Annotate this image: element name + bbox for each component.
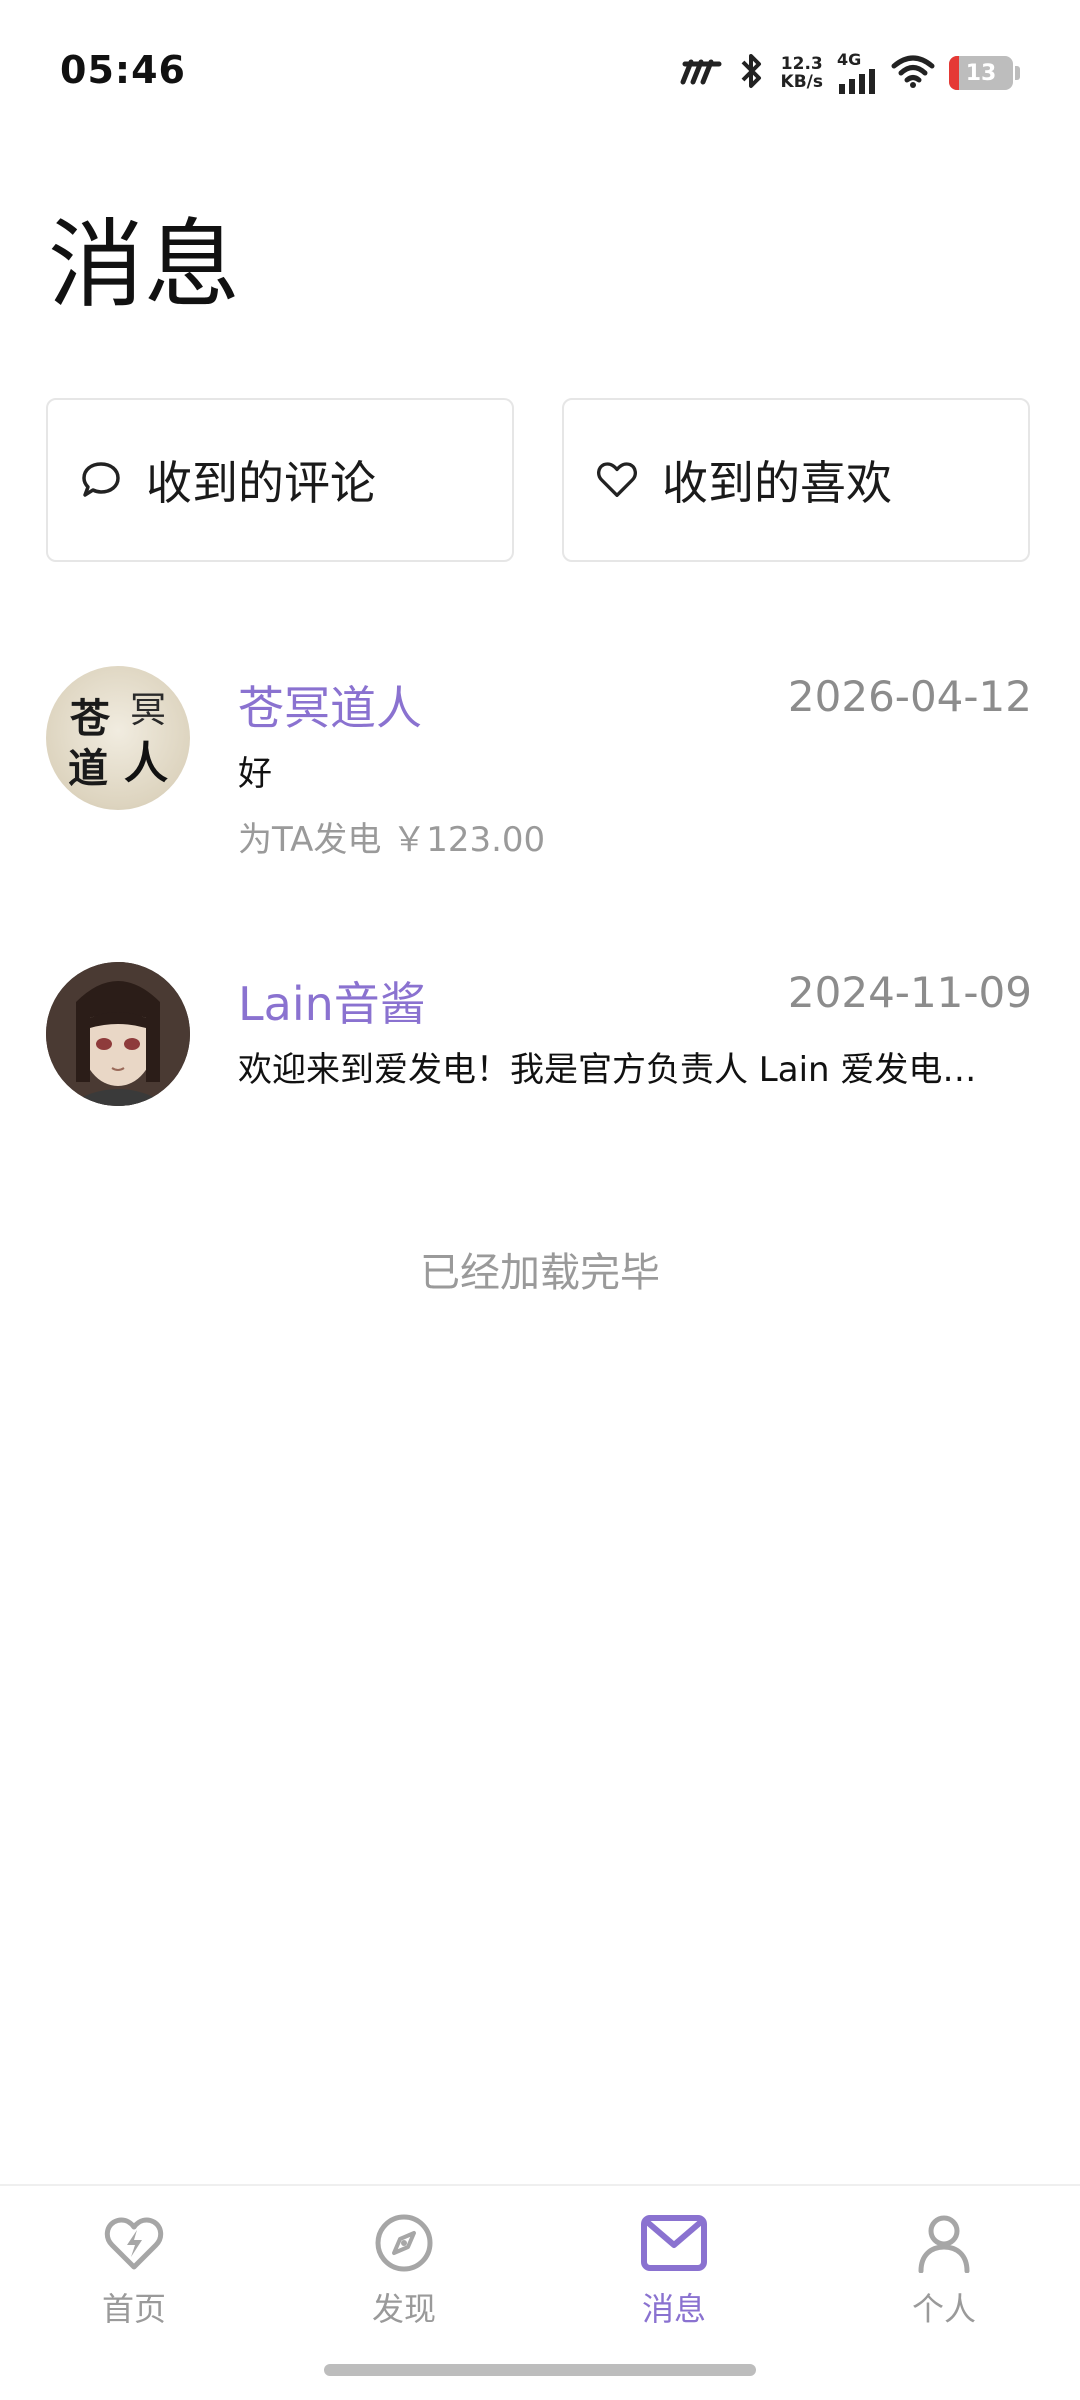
- heart-bolt-icon: [101, 2210, 167, 2276]
- network-type: 4G: [837, 50, 862, 69]
- avatar-char: 道: [68, 745, 108, 792]
- nav-label: 个人: [911, 2290, 976, 2328]
- avatar-char: 人: [124, 738, 168, 789]
- status-icons: 12.3 KB/s 4G 13: [679, 50, 1020, 96]
- received-comments-label: 收到的评论: [146, 456, 376, 510]
- nav-item-home[interactable]: 首页: [34, 2210, 234, 2330]
- compass-icon: [371, 2210, 437, 2276]
- page-title: 消息: [48, 209, 240, 321]
- message-item[interactable]: 苍 冥 道 人 苍冥道人 2026-04-12 好 为TA发电 ￥123.00: [0, 660, 1080, 880]
- nav-label: 首页: [101, 2290, 166, 2328]
- message-preview: 好: [238, 754, 272, 794]
- home-indicator[interactable]: [324, 2364, 756, 2376]
- person-icon: [911, 2210, 977, 2276]
- received-likes-button[interactable]: 收到的喜欢: [562, 398, 1030, 562]
- nav-label: 消息: [641, 2290, 706, 2328]
- carrier-icon: [679, 56, 723, 90]
- mail-icon: [641, 2210, 707, 2276]
- net-speed-value: 12.3: [780, 54, 823, 74]
- battery-tip: [1015, 66, 1020, 80]
- net-speed-unit: KB/s: [780, 72, 823, 92]
- avatar-char: 苍: [70, 695, 111, 742]
- comment-bubble-icon: [80, 459, 122, 501]
- screen: 05:46 12.3 KB/s 4G 13 消息 收到的评论 收到的喜欢 苍 冥…: [0, 0, 1080, 2400]
- message-date: 2026-04-12: [787, 672, 1032, 721]
- message-preview: 欢迎来到爱发电！我是官方负责人 Lain 爱发电…: [238, 1050, 977, 1090]
- received-likes-label: 收到的喜欢: [662, 456, 892, 510]
- bluetooth-icon: [737, 51, 767, 95]
- message-date: 2024-11-09: [787, 968, 1032, 1017]
- avatar[interactable]: 苍 冥 道 人: [46, 666, 190, 810]
- battery-icon: 13: [949, 56, 1013, 90]
- list-end-hint: 已经加载完毕: [420, 1250, 660, 1296]
- nav-item-profile[interactable]: 个人: [844, 2210, 1044, 2330]
- message-sender-name[interactable]: Lain音酱: [238, 968, 426, 1034]
- wifi-icon: [891, 54, 935, 92]
- message-sub-info: 为TA发电 ￥123.00: [238, 820, 546, 860]
- signal-icon: 4G: [837, 52, 877, 94]
- battery-level: 13: [965, 60, 997, 86]
- nav-label: 发现: [371, 2290, 436, 2328]
- avatar-char: 冥: [130, 690, 166, 731]
- status-bar: 05:46 12.3 KB/s 4G 13: [0, 0, 1080, 140]
- net-speed: 12.3 KB/s: [781, 55, 823, 91]
- nav-item-messages[interactable]: 消息: [574, 2210, 774, 2330]
- nav-item-discover[interactable]: 发现: [304, 2210, 504, 2330]
- status-time: 05:46: [60, 48, 186, 92]
- avatar[interactable]: [46, 962, 190, 1106]
- heart-icon: [596, 459, 638, 501]
- received-comments-button[interactable]: 收到的评论: [46, 398, 514, 562]
- message-sender-name[interactable]: 苍冥道人: [238, 672, 422, 738]
- message-item[interactable]: Lain音酱 2024-11-09 欢迎来到爱发电！我是官方负责人 Lain 爱…: [0, 956, 1080, 1116]
